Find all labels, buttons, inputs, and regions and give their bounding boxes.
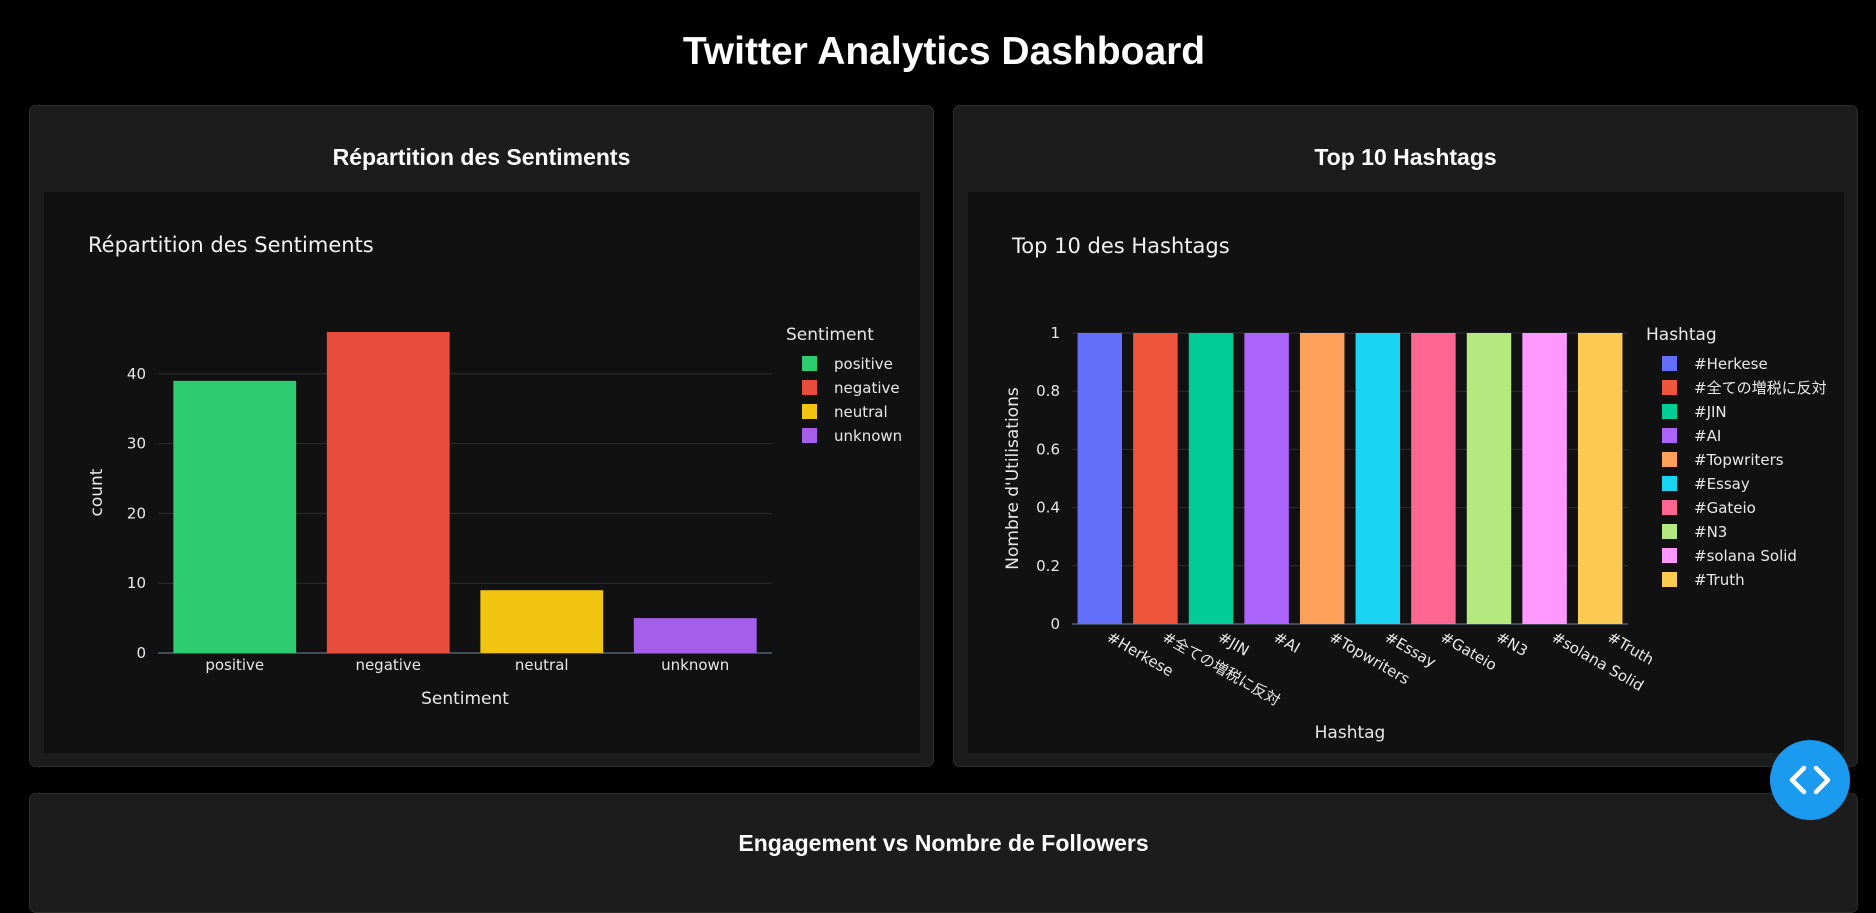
legend-swatch-1 [802, 380, 817, 395]
legend-swatch-0 [1662, 356, 1677, 371]
y-tick-label: 0.8 [1036, 382, 1060, 400]
y-tick-label: 0.4 [1036, 499, 1060, 517]
legend-item-label: #全ての増税に反対 [1694, 379, 1827, 397]
page-title: Twitter Analytics Dashboard [682, 30, 1206, 73]
legend-item-label: positive [834, 355, 893, 373]
x-tick-label: unknown [661, 656, 729, 674]
y-tick-label: 0 [1050, 615, 1060, 633]
x-tick-label: #AI [1271, 628, 1304, 657]
y-axis-title: Nombre d'Utilisations [1003, 387, 1023, 570]
bar-2 [480, 590, 604, 653]
bar-1 [326, 332, 450, 653]
legend-swatch-6 [1662, 500, 1677, 515]
bar-0 [173, 380, 297, 653]
code-toggle-button[interactable] [1770, 740, 1850, 820]
legend-item-label: negative [834, 379, 900, 397]
y-tick-label: 20 [127, 504, 146, 522]
x-tick-label: #N3 [1493, 628, 1531, 660]
bar-2 [1188, 333, 1234, 624]
bar-7 [1466, 333, 1512, 624]
legend-item-label: unknown [834, 427, 902, 445]
legend-swatch-5 [1662, 476, 1677, 491]
x-axis-title: Sentiment [421, 689, 509, 709]
y-tick-label: 0.2 [1036, 557, 1060, 575]
bar-9 [1577, 333, 1623, 624]
hashtags-card: Top 10 Hashtags Top 10 des Hashtags 0 0.2 0… [953, 105, 1858, 767]
legend-swatch-7 [1662, 524, 1677, 539]
legend-title: Hashtag [1646, 325, 1717, 345]
legend-swatch-4 [1662, 452, 1677, 467]
hashtags-plot[interactable]: Top 10 des Hashtags 0 0.2 0.4 0.6 0.8 1 #Herkes… [968, 192, 1844, 753]
legend-item-label: #N3 [1694, 523, 1727, 541]
x-tick-label: neutral [515, 656, 569, 674]
legend-swatch-2 [1662, 404, 1677, 419]
y-tick-label: 1 [1050, 324, 1060, 342]
bar-1 [1133, 333, 1178, 624]
x-tick-label: positive [205, 656, 264, 674]
sentiment-card: Répartition des Sentiments Répartition d… [29, 105, 934, 767]
legend-item-label: #Truth [1694, 571, 1745, 589]
x-axis-title: Hashtag [1315, 723, 1386, 743]
legend-item-label: neutral [834, 403, 888, 421]
legend-swatch-1 [1662, 380, 1677, 395]
legend-swatch-9 [1662, 572, 1677, 587]
legend-swatch-8 [1662, 548, 1677, 563]
y-tick-label: 40 [127, 365, 146, 383]
legend-swatch-3 [802, 428, 817, 443]
legend-item-label: #AI [1694, 427, 1721, 445]
legend-item-label: #Herkese [1694, 355, 1768, 373]
chart-title: Top 10 des Hashtags [1011, 234, 1230, 258]
y-tick-label: 0.6 [1036, 440, 1060, 458]
bar-4 [1299, 333, 1345, 624]
legend-item-label: #Gateio [1694, 499, 1756, 517]
y-axis-title: count [87, 468, 107, 516]
legend-swatch-2 [802, 404, 817, 419]
bar-8 [1522, 333, 1567, 624]
hashtags-chart[interactable]: Top 10 des Hashtags 0 0.2 0.4 0.6 0.8 1 #Herkes… [968, 192, 1844, 753]
sentiment-card-title: Répartition des Sentiments [332, 144, 631, 170]
bar-0 [1077, 333, 1123, 624]
bar-5 [1355, 333, 1401, 624]
legend-swatch-0 [802, 356, 817, 371]
code-icon [1789, 765, 1831, 795]
chart-title: Répartition des Sentiments [88, 233, 374, 257]
legend-swatch-3 [1662, 428, 1677, 443]
x-tick-label: #Gateio [1437, 628, 1500, 675]
x-tick-label: negative [355, 656, 421, 674]
legend-item-label: #Topwriters [1694, 451, 1784, 469]
sentiment-chart[interactable]: Répartition des Sentiments 0 10 20 30 40 posit… [44, 192, 920, 753]
y-tick-label: 10 [127, 574, 146, 592]
hashtags-card-title: Top 10 Hashtags [1314, 144, 1497, 170]
legend-item-label: #solana Solid [1694, 547, 1797, 565]
bar-3 [1244, 333, 1289, 624]
legend-item-label: #Essay [1694, 475, 1750, 493]
bar-6 [1411, 333, 1456, 624]
y-tick-label: 30 [127, 435, 146, 453]
engagement-card: Engagement vs Nombre de Followers [29, 793, 1858, 913]
legend-title: Sentiment [786, 325, 874, 345]
x-tick-label: #JIN [1215, 628, 1252, 660]
bar-3 [633, 618, 757, 653]
legend-item-label: #JIN [1694, 403, 1727, 421]
y-tick-label: 0 [136, 644, 146, 662]
sentiment-plot[interactable]: Répartition des Sentiments 0 10 20 30 40 posit… [44, 192, 920, 753]
engagement-card-title: Engagement vs Nombre de Followers [738, 830, 1149, 856]
